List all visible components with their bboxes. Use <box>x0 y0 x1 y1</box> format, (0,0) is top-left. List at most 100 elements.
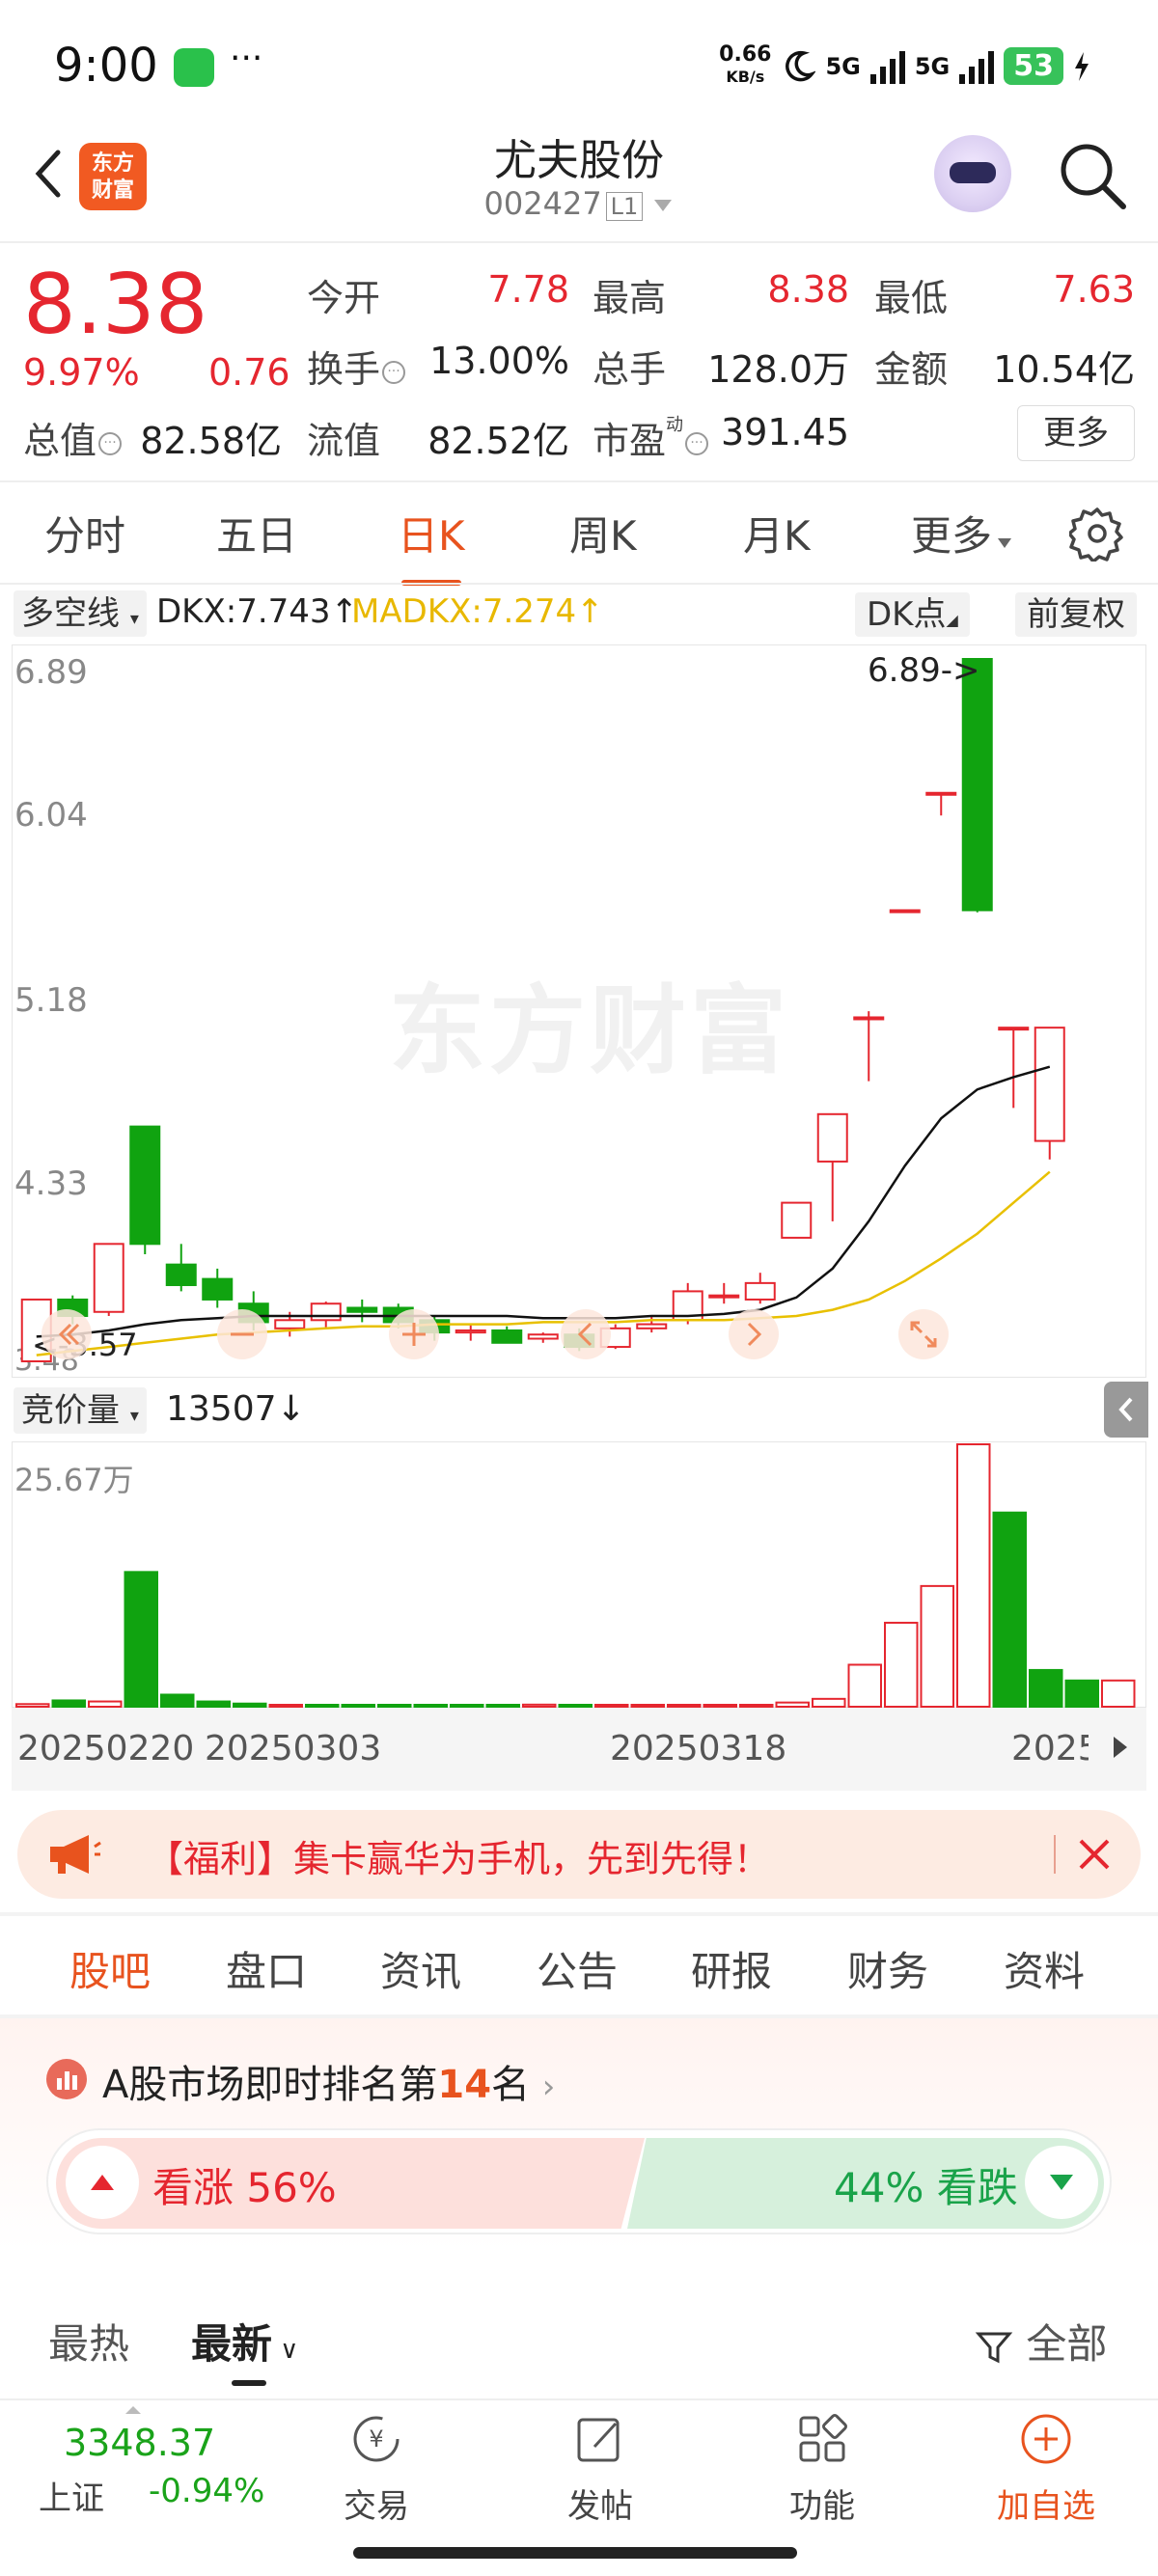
nav-post[interactable]: 发帖 <box>542 2410 658 2527</box>
nav-trade[interactable]: ¥ 交易 <box>318 2410 434 2527</box>
candle-body <box>781 1201 813 1239</box>
open-value: 7.78 <box>487 268 569 311</box>
promo-banner[interactable]: 【福利】集卡赢华为手机，先到先得！ <box>17 1810 1141 1899</box>
dk-points-button[interactable]: DK点◢ <box>855 592 970 637</box>
close-icon[interactable] <box>1073 1833 1116 1876</box>
sentiment-panel: A股市场即时排名第14名 › 看涨 56% 44% 看跌 <box>0 2018 1158 2308</box>
tab-more[interactable]: 更多 <box>911 504 1013 562</box>
candle-body <box>346 1306 378 1313</box>
volume-bar <box>884 1621 919 1709</box>
zoom-in-icon[interactable] <box>387 1307 441 1361</box>
scroll-left-icon[interactable] <box>40 1307 94 1361</box>
volume-selector[interactable]: 竞价量 ▾ <box>14 1387 147 1434</box>
amount-value: 10.54亿 <box>993 348 1135 391</box>
candle-body <box>165 1263 197 1287</box>
volume-bar <box>233 1702 267 1708</box>
filter-all[interactable]: 全部 <box>975 2312 1107 2370</box>
status-time: 9:00 <box>54 39 158 93</box>
volume-bar <box>739 1704 774 1708</box>
change-amount: 0.76 <box>208 351 290 394</box>
prev-icon[interactable] <box>559 1307 613 1361</box>
date-label: 20250318 <box>610 1729 787 1768</box>
market-cap-label: 总值 ··· <box>23 411 123 464</box>
tab-research[interactable]: 研报 <box>691 1939 772 1998</box>
candle-body <box>491 1329 523 1344</box>
caret-down-icon <box>998 538 1012 548</box>
candle-body <box>853 1016 885 1021</box>
charging-icon <box>1075 51 1089 81</box>
tab-five-day[interactable]: 五日 <box>216 504 297 562</box>
info-icon[interactable]: ··· <box>98 431 123 455</box>
volume-indicator-value: 13507↓ <box>166 1389 306 1429</box>
kline-chart[interactable]: 东方财富 6.89 6.04 5.18 4.33 3.48 6.89-> <-3… <box>12 644 1146 1378</box>
tab-pankou[interactable]: 盘口 <box>226 1939 307 1998</box>
status-bar: 9:00 ··· 0.66 KB/s 5G 5G 53 <box>0 0 1158 125</box>
float-cap-value: 82.52亿 <box>427 420 569 462</box>
market-rank[interactable]: A股市场即时排名第14名 › <box>102 2053 555 2109</box>
bullish-label: 看涨 56% <box>152 2164 337 2211</box>
low-value: 7.63 <box>1053 268 1135 311</box>
candle-body <box>816 1112 848 1163</box>
bullish-bar[interactable] <box>56 2138 645 2229</box>
sort-hot[interactable]: 最热 <box>48 2312 129 2370</box>
fullscreen-icon[interactable] <box>896 1307 951 1361</box>
home-indicator[interactable] <box>353 2547 797 2559</box>
more-quote-button[interactable]: 更多 <box>1017 405 1135 461</box>
pe-label: 市盈动··· <box>593 411 709 464</box>
tab-guba[interactable]: 股吧 <box>69 1939 151 2021</box>
nav-add-watchlist[interactable]: 加自选 <box>988 2410 1104 2527</box>
market-cap-value: 82.58亿 <box>140 420 282 462</box>
sort-latest[interactable]: 最新 ∨ <box>191 2312 298 2386</box>
vote-down-button[interactable] <box>1025 2146 1098 2219</box>
volume-bar <box>377 1704 412 1708</box>
volume-chart[interactable]: 25.67万 <box>12 1441 1146 1709</box>
robot-assistant-icon[interactable] <box>934 135 1011 212</box>
indicator-selector[interactable]: 多空线 ▾ <box>14 590 147 637</box>
info-icon[interactable]: ··· <box>382 360 406 384</box>
date-label: 2025 <box>1011 1729 1089 1768</box>
candle-body <box>274 1319 306 1329</box>
index-change: -0.94% <box>149 2472 265 2510</box>
candle-body <box>925 791 957 796</box>
caret-up-icon <box>125 2406 141 2414</box>
volume-bar <box>450 1704 484 1708</box>
tab-profile[interactable]: 资料 <box>1004 1939 1085 1998</box>
price-adjust-button[interactable]: 前复权 <box>1015 592 1137 637</box>
volume-bar <box>305 1704 340 1708</box>
caret-down-icon[interactable] <box>652 198 674 213</box>
nav-functions[interactable]: 功能 <box>764 2410 880 2527</box>
side-panel-toggle[interactable] <box>1104 1382 1148 1438</box>
zoom-out-icon[interactable] <box>215 1307 269 1361</box>
indicator-row: 多空线 ▾ DKX:7.743↑ MADKX:7.274↑ DK点◢ 前复权 <box>0 587 1158 641</box>
tab-finance[interactable]: 财务 <box>847 1939 928 1998</box>
volume-bar <box>15 1703 50 1708</box>
tab-monthly-k[interactable]: 月K <box>743 504 811 562</box>
gear-icon[interactable] <box>1069 506 1125 562</box>
add-circle-icon <box>1021 2414 1071 2464</box>
tab-weekly-k[interactable]: 周K <box>569 504 637 562</box>
volume-header: 竞价量 ▾ 13507↓ <box>0 1382 1158 1439</box>
edit-icon <box>577 2418 620 2462</box>
vote-up-button[interactable] <box>66 2146 139 2219</box>
search-icon[interactable] <box>1056 139 1129 212</box>
high-value: 8.38 <box>767 268 849 311</box>
volume-bar <box>630 1704 665 1708</box>
tab-intraday[interactable]: 分时 <box>44 504 125 562</box>
scroll-right-icon[interactable] <box>1108 1733 1133 1762</box>
next-icon[interactable] <box>727 1307 781 1361</box>
dkx-line <box>36 1065 1051 1338</box>
tab-announcements[interactable]: 公告 <box>537 1939 618 1998</box>
candle-body <box>202 1277 234 1301</box>
volume-bar <box>775 1701 810 1709</box>
volume-value: 128.0万 <box>707 348 849 391</box>
open-label: 今开 <box>307 277 381 319</box>
candle-body <box>93 1243 124 1313</box>
quote-panel: 8.38 9.97% 0.76 今开 7.78 最高 8.38 最低 7.63 … <box>0 243 1158 480</box>
info-icon[interactable]: ··· <box>685 431 709 455</box>
volume-bar <box>124 1571 158 1708</box>
turnover-label: 换手 ··· <box>307 340 406 393</box>
change-percent: 9.97% <box>23 351 140 394</box>
sentiment-bar: 看涨 56% 44% 看跌 <box>46 2128 1112 2234</box>
tab-news[interactable]: 资讯 <box>380 1939 461 1998</box>
tab-daily-k[interactable]: 日K <box>398 504 465 586</box>
